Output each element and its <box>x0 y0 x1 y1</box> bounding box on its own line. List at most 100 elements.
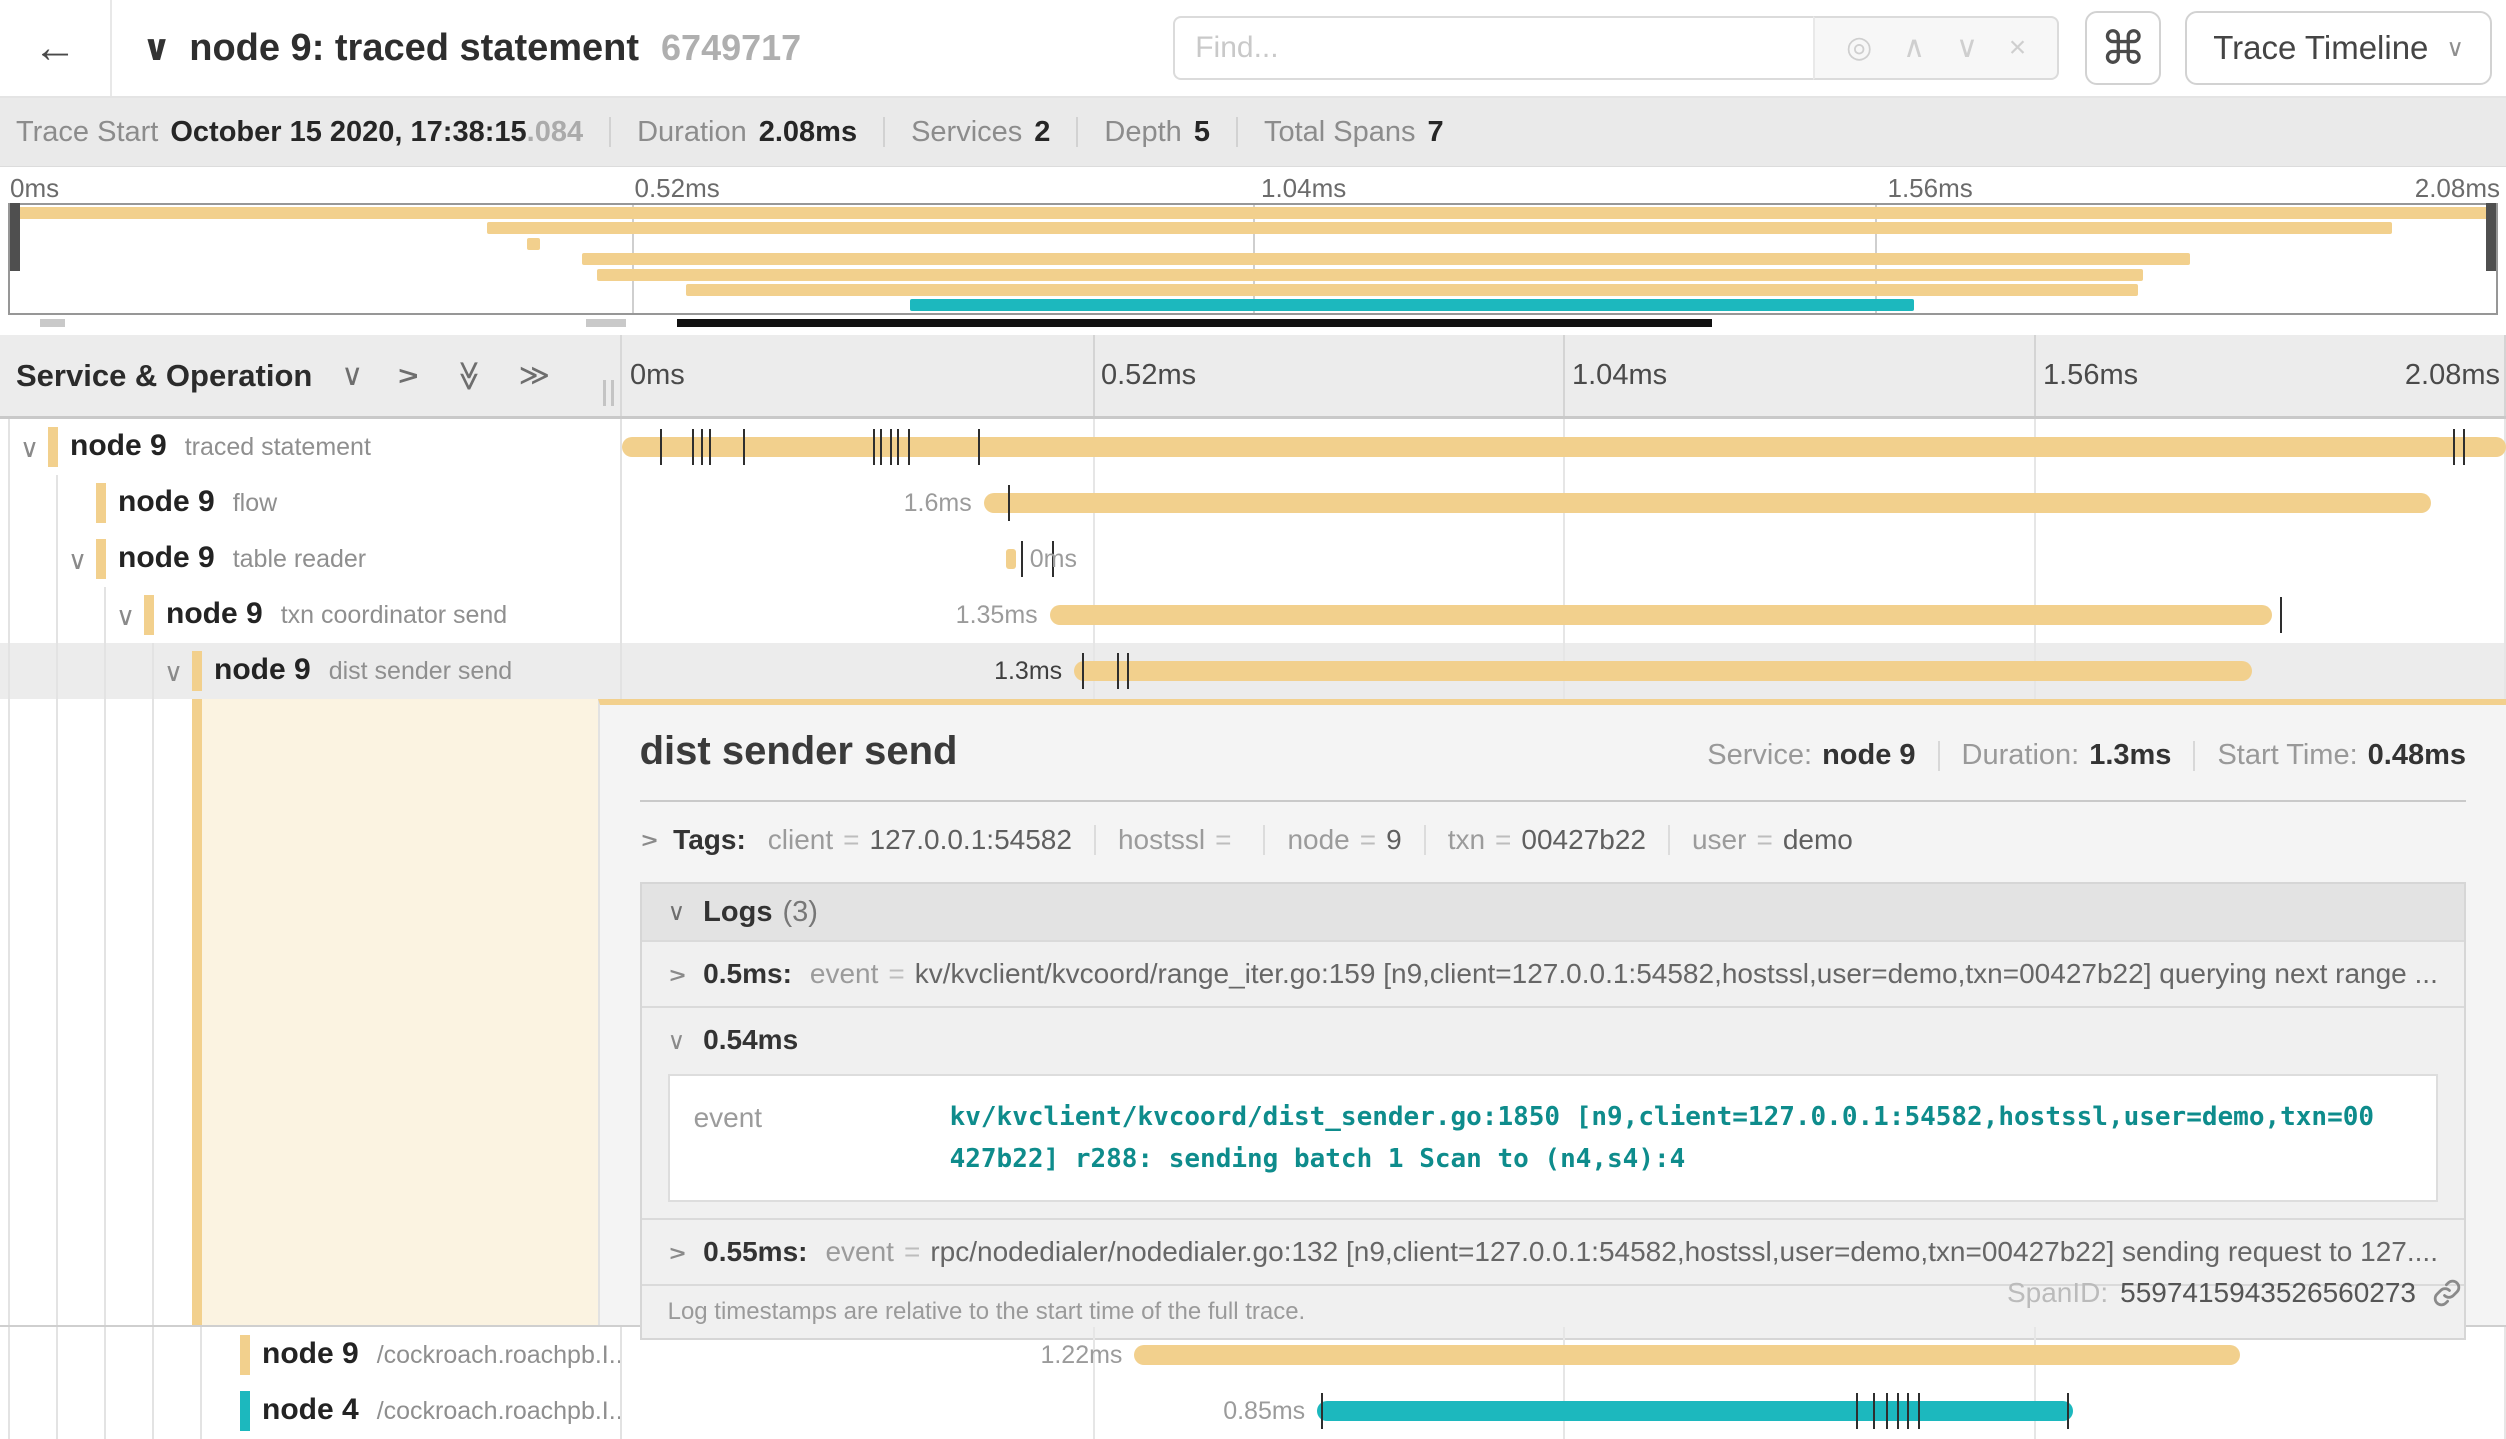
span-id-value: 5597415943526560273 <box>2120 1277 2416 1309</box>
tree-indent-guide <box>200 1327 202 1383</box>
chevron-down-icon[interactable]: ∨ <box>68 545 87 576</box>
command-icon: ⌘ <box>2100 21 2146 75</box>
log-entry-header[interactable]: ∨0.5ms:event=kv/kvclient/kvcoord/range_i… <box>668 958 2438 990</box>
tag-item: user=demo <box>1692 824 1853 856</box>
span-duration-bar[interactable] <box>1134 1345 2240 1365</box>
chevron-down-icon[interactable]: ∨ <box>116 601 135 632</box>
minimap-drag-handle-right[interactable] <box>2486 203 2496 271</box>
span-row[interactable]: node 9flow 1.6ms <box>0 475 2506 531</box>
span-row[interactable]: node 9/cockroach.roachpb.I...1.22ms <box>0 1327 2506 1383</box>
prev-result-icon[interactable]: ∧ <box>1903 33 1925 63</box>
minimap-canvas[interactable] <box>8 203 2498 315</box>
next-result-icon[interactable]: ∨ <box>1956 33 1978 63</box>
span-duration-bar[interactable] <box>984 493 2431 513</box>
log-event-tick <box>1886 1393 1888 1429</box>
log-event-tick <box>873 429 875 465</box>
span-row-tree-cell[interactable]: ∨node 9dist sender send <box>0 643 620 699</box>
clear-search-icon[interactable]: × <box>2009 33 2027 63</box>
find-input[interactable] <box>1173 16 1813 80</box>
span-row[interactable]: ∨ node 9txn coordinator send 1.35ms <box>0 587 2506 643</box>
log-entry[interactable]: ∨0.55ms:event=rpc/nodedialer/nodedialer.… <box>642 1218 2464 1284</box>
log-entry-header[interactable]: ∨0.55ms:event=rpc/nodedialer/nodedialer.… <box>668 1236 2438 1268</box>
log-timestamp: 0.5ms: <box>703 958 792 990</box>
tag-equals: = <box>1360 824 1376 856</box>
log-timestamp: 0.55ms: <box>703 1236 807 1268</box>
span-duration-bar[interactable] <box>1006 549 1015 569</box>
link-icon[interactable] <box>2432 1278 2462 1308</box>
match-case-icon[interactable]: ◎ <box>1846 33 1872 63</box>
span-row[interactable]: node 4/cockroach.roachpb.I... 0.85ms <box>0 1383 2506 1439</box>
span-row-timeline-cell[interactable]: 0ms <box>620 531 2506 587</box>
span-row-tree-cell[interactable]: ∨node 9table reader <box>0 531 620 587</box>
chevron-down-icon[interactable]: ∨ <box>164 657 183 688</box>
column-resizer-grip[interactable] <box>603 380 614 406</box>
span-duration-bar[interactable] <box>1074 661 2252 681</box>
span-row-timeline-cell[interactable]: 1.6ms <box>620 475 2506 531</box>
span-duration-label: 0.85ms <box>1223 1397 1305 1426</box>
minimap-span-bar <box>487 222 2391 234</box>
span-row-tree-cell[interactable]: node 4/cockroach.roachpb.I... <box>0 1383 620 1439</box>
minimap-span-bar <box>527 238 539 250</box>
collapse-controls: ∨ ∨ ≫ ≫ <box>341 361 550 391</box>
scrollbar-track-piece[interactable] <box>40 319 65 327</box>
span-operation-name: /cockroach.roachpb.I... <box>377 1397 620 1425</box>
trace-timeline-page: ← ∨ node 9: traced statement 6749717 ◎ ∧… <box>0 0 2506 1439</box>
log-entry-header[interactable]: ∨0.54ms <box>668 1024 2438 1056</box>
service-operation-header: Service & Operation ∨ ∨ ≫ ≫ <box>0 335 620 416</box>
tags-row[interactable]: ∨ Tags: client=127.0.0.1:54582hostssl=no… <box>640 824 2466 856</box>
span-row[interactable]: ∨node 9dist sender send1.3ms <box>0 643 2506 699</box>
expand-one-icon[interactable]: ∨ <box>393 365 423 387</box>
log-entry[interactable]: ∨0.54mseventkv/kvclient/kvcoord/dist_sen… <box>642 1006 2464 1218</box>
collapse-all-icon[interactable]: ≫ <box>454 360 484 391</box>
minimap-span-bar <box>910 299 1914 311</box>
span-row-timeline-cell[interactable]: 1.3ms <box>620 643 2506 699</box>
span-row-timeline-cell[interactable]: 1.35ms <box>620 587 2506 643</box>
minimap-drag-handle-left[interactable] <box>10 203 20 271</box>
chevron-down-icon: ∨ <box>668 898 686 927</box>
detail-divider <box>640 800 2466 802</box>
span-row-tree-cell[interactable]: ∨ node 9txn coordinator send <box>0 587 620 643</box>
span-color-bar <box>48 427 58 467</box>
span-row-tree-cell[interactable]: node 9flow <box>0 475 620 531</box>
minimap-span-bar <box>597 269 2143 281</box>
span-duration-bar[interactable] <box>622 437 2506 457</box>
tag-item: client=127.0.0.1:54582 <box>768 824 1072 856</box>
log-entry[interactable]: ∨0.5ms:event=kv/kvclient/kvcoord/range_i… <box>642 940 2464 1006</box>
tag-separator <box>1263 825 1265 855</box>
span-row[interactable]: ∨node 9traced statement <box>0 419 2506 475</box>
tree-indent-guide <box>8 587 10 643</box>
span-duration-bar[interactable] <box>1050 605 2273 625</box>
span-row-timeline-cell[interactable]: 0.85ms <box>620 1383 2506 1439</box>
tree-indent-guide <box>104 1383 106 1439</box>
tick-label: 1.56ms <box>2043 359 2138 392</box>
span-duration-label: 1.35ms <box>956 601 1038 630</box>
span-row[interactable]: ∨node 9table reader0ms <box>0 531 2506 587</box>
span-service-name: node 9flow <box>118 485 277 519</box>
chevron-down-icon[interactable]: ∨ <box>20 433 39 464</box>
span-duration-bar[interactable] <box>1317 1401 2072 1421</box>
expand-all-icon[interactable]: ≫ <box>519 361 550 391</box>
span-service-name: node 9txn coordinator send <box>166 597 507 631</box>
trace-view-dropdown[interactable]: Trace Timeline ∨ <box>2185 11 2492 85</box>
tree-indent-guide <box>200 1383 202 1439</box>
tag-equals: = <box>1495 824 1511 856</box>
logs-accordion: ∨ Logs (3) ∨0.5ms:event=kv/kvclient/kvco… <box>640 882 2466 1340</box>
trace-collapse-chevron-icon[interactable]: ∨ <box>142 27 171 69</box>
tree-indent-guide <box>56 699 58 1325</box>
minimap-scrollbar[interactable] <box>0 317 2506 333</box>
scrollbar-thumb[interactable] <box>677 319 1712 327</box>
collapse-one-icon[interactable]: ∨ <box>341 361 363 391</box>
span-row-timeline-cell[interactable] <box>620 419 2506 475</box>
span-row-tree-cell[interactable]: node 9/cockroach.roachpb.I... <box>0 1327 620 1383</box>
chevron-right-icon: ∨ <box>668 1245 691 1263</box>
scrollbar-track-piece[interactable] <box>586 319 626 327</box>
logs-header[interactable]: ∨ Logs (3) <box>642 884 2464 940</box>
tag-equals: = <box>843 824 859 856</box>
back-button[interactable]: ← <box>0 0 112 96</box>
minimap-span-bar <box>686 284 2138 296</box>
span-row-tree-cell[interactable]: ∨node 9traced statement <box>0 419 620 475</box>
span-row-timeline-cell[interactable]: 1.22ms <box>620 1327 2506 1383</box>
chevron-right-icon: ∨ <box>634 831 663 849</box>
log-event-tick <box>1856 1393 1858 1429</box>
keyboard-shortcuts-button[interactable]: ⌘ <box>2085 11 2161 85</box>
